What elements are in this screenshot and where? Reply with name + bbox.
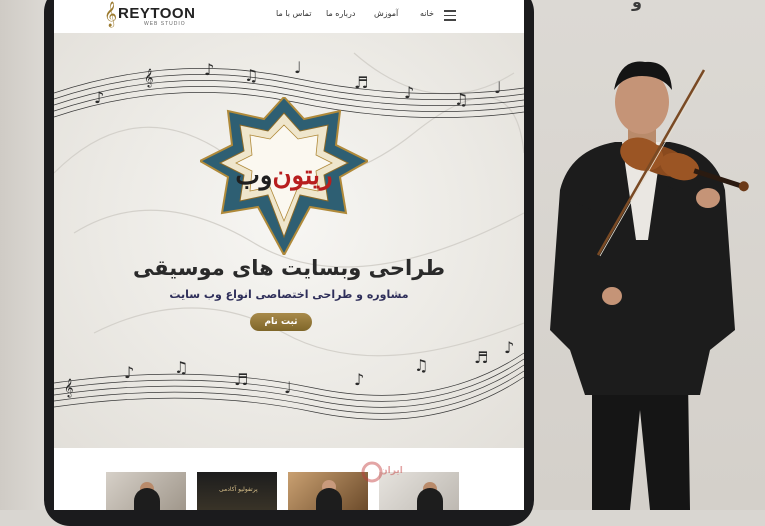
register-button[interactable]: ثبت نام [250, 313, 312, 331]
emblem-text-reytoon: ریتون [272, 161, 333, 191]
svg-text:♪: ♪ [504, 338, 514, 357]
svg-text:♩: ♩ [494, 78, 502, 97]
nav-home[interactable]: خانه [420, 9, 434, 18]
svg-text:♫: ♫ [244, 66, 258, 85]
emblem-text-web: وب [235, 161, 273, 191]
svg-text:♪: ♪ [124, 363, 134, 382]
portfolio-thumb-1[interactable] [106, 472, 186, 510]
svg-text:♪: ♪ [94, 88, 104, 107]
portfolio-thumbnails: پرتفولیو آکادمی [54, 448, 524, 510]
corner-text: و [632, 0, 642, 11]
svg-text:♫: ♫ [454, 90, 468, 109]
portfolio-thumb-3[interactable] [288, 472, 368, 510]
site-header: 𝄞 REYTOON WEB STUDIO تماس با ما درباره م… [54, 0, 524, 33]
svg-text:♩: ♩ [284, 378, 292, 397]
nav-tutorial[interactable]: آموزش [374, 9, 398, 18]
hamburger-menu-icon[interactable] [444, 10, 456, 21]
svg-text:♫: ♫ [414, 356, 428, 375]
svg-text:♪: ♪ [204, 60, 214, 79]
hero-title: طراحی وبسایت های موسیقی [132, 256, 446, 280]
violinist-image [550, 61, 749, 510]
svg-text:♫: ♫ [174, 358, 188, 377]
portfolio-thumb-2[interactable]: پرتفولیو آکادمی [197, 472, 277, 510]
hero-section: 𝄞 𝄞 ♪ ♫ ♩ ♬ ♪ ♫ ♪ ♩ ♪ ♫ ♬ ♩ ♪ ♫ ♬ ♪ وب ریتون طراحی… [54, 33, 524, 448]
nav-contact[interactable]: تماس با ما [276, 9, 312, 18]
svg-text:♪: ♪ [404, 83, 414, 102]
treble-clef-icon: 𝄞 [104, 2, 118, 27]
logo-subtitle: WEB STUDIO [144, 21, 186, 27]
svg-text:♬: ♬ [474, 348, 488, 367]
svg-text:♬: ♬ [234, 370, 248, 389]
hero-subtitle: مشاوره و طراحی اختصاصی انواع وب سایت [169, 288, 409, 301]
svg-text:𝄞: 𝄞 [144, 68, 153, 88]
watermark-text: ایران [380, 466, 403, 476]
svg-text:♩: ♩ [294, 58, 302, 77]
reytoon-emblem: وب ریتون [200, 97, 368, 255]
site-logo[interactable]: 𝄞 REYTOON WEB STUDIO [104, 2, 196, 29]
portfolio-thumb-2-caption: پرتفولیو آکادمی [219, 486, 258, 493]
tablet-screen: 𝄞 REYTOON WEB STUDIO تماس با ما درباره م… [54, 0, 524, 510]
logo-name: REYTOON [118, 5, 196, 22]
svg-text:𝄞: 𝄞 [64, 378, 73, 398]
nav-about[interactable]: درباره ما [326, 9, 355, 18]
svg-text:♬: ♬ [354, 73, 368, 92]
watermark: ایران [360, 460, 430, 500]
svg-text:♪: ♪ [354, 370, 364, 389]
